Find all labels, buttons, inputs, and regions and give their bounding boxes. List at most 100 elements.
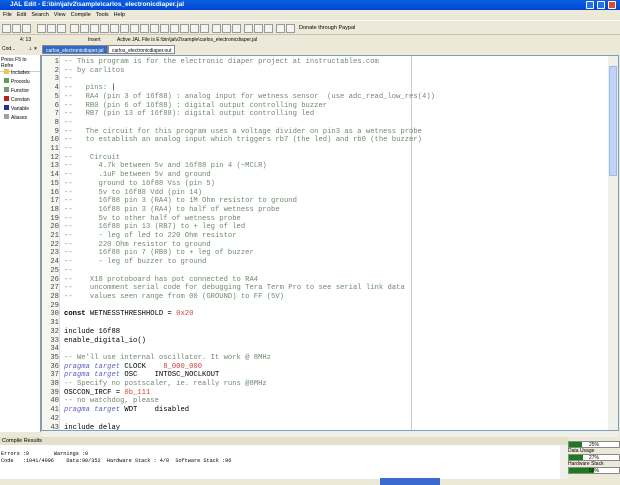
toolbar-button[interactable]	[90, 24, 99, 33]
code-line: 2 -- by carlitos	[46, 67, 435, 76]
code-line: 31	[46, 319, 435, 328]
toolbar-button[interactable]	[140, 24, 149, 33]
minimize-button[interactable]	[586, 1, 594, 9]
code-token: -- to establish an analog input which tr…	[64, 136, 422, 145]
tree-item[interactable]: Variable	[4, 105, 30, 114]
code-line: 7 -- RB7 (pin 13 of 16f88): digital outpu…	[46, 110, 435, 119]
menu-view[interactable]: View	[54, 12, 66, 18]
vertical-scrollbar[interactable]	[608, 56, 618, 430]
maximize-button[interactable]	[597, 1, 605, 9]
line-number: 12	[50, 153, 59, 162]
toolbar-button[interactable]	[264, 24, 273, 33]
code-token: -- The circuit for this program uses a v…	[64, 127, 422, 136]
code-token: -- .1uF between 5v and ground	[64, 171, 211, 180]
code-line: 16 -- 5v to 16f88 Vdd (pin 14)	[46, 189, 435, 198]
results-line: Code :1041/4096 Data:90/352 Hardware Sta…	[1, 457, 232, 464]
code-token: WETNESSTHRESHHOLD =	[85, 310, 177, 319]
line-number: 24	[50, 258, 59, 267]
tab-out[interactable]: carlos_electronicdiaper.out	[108, 45, 176, 54]
menu-tools[interactable]: Tools	[96, 12, 109, 18]
line-number: 21	[50, 232, 59, 241]
code-line: 9 -- The circuit for this program uses a …	[46, 128, 435, 137]
toolbar-button[interactable]	[170, 24, 179, 33]
code-line: 8 --	[46, 119, 435, 128]
gauge-value: 50%	[588, 468, 599, 474]
toolbar-button[interactable]	[180, 24, 189, 33]
code-line: 34	[46, 345, 435, 354]
close-panel-icon[interactable]: ×	[34, 44, 37, 54]
text-cursor: |	[111, 84, 116, 93]
toolbar-button[interactable]	[244, 24, 253, 33]
code-line: 43 include delay	[46, 424, 435, 430]
toolbar-button[interactable]	[254, 24, 263, 33]
toolbar-button[interactable]	[232, 24, 241, 33]
tree-item-label: Aliases	[11, 115, 28, 121]
tree-item[interactable]: Procedu	[4, 78, 30, 87]
tree-item[interactable]: Aliases	[4, 114, 30, 123]
compile-results-body: Errors :0 Warnings :0 Code :1041/4096 Dat…	[0, 445, 560, 479]
tab-jal[interactable]: carlos_electronicdiaper.jal	[42, 45, 108, 54]
code-token: pragma target	[64, 406, 121, 415]
toolbar-button[interactable]	[12, 24, 21, 33]
toolbar-button[interactable]	[200, 24, 209, 33]
folder-icon	[4, 114, 9, 119]
code-token: -- Specify no postscaler, ie. really run…	[64, 380, 267, 389]
code-token: 8_000_000	[163, 362, 203, 371]
code-line: 28 -- values seen range from 00 (GROUND) …	[46, 293, 435, 302]
toolbar-button[interactable]	[212, 24, 221, 33]
toolbar-button[interactable]	[57, 24, 66, 33]
line-number: 7	[54, 110, 59, 119]
line-number: 20	[50, 223, 59, 232]
code-token: -- 16f88 pin 7 (RB0) to + leg of buzzer	[64, 249, 254, 258]
code-line: 32 include 16f88	[46, 328, 435, 337]
toolbar-button[interactable]	[286, 24, 295, 33]
toolbar-button[interactable]	[190, 24, 199, 33]
menu-edit[interactable]: Edit	[17, 12, 26, 18]
toolbar-button[interactable]	[80, 24, 89, 33]
toolbar-button[interactable]	[160, 24, 169, 33]
line-number: 29	[50, 301, 59, 310]
code-line: 24 -- - leg of buzzer to ground	[46, 258, 435, 267]
compile-results-panel: Compile Results Errors :0 Warnings :0 Cod…	[0, 437, 620, 481]
scroll-thumb[interactable]	[609, 66, 617, 176]
results-scrollbar[interactable]	[560, 445, 568, 479]
folder-icon	[4, 105, 9, 110]
tab-bar: Cod... ⊥ × carlos_electronicdiaper.jal c…	[0, 44, 620, 55]
toolbar-button[interactable]	[130, 24, 139, 33]
toolbar-button[interactable]	[22, 24, 31, 33]
code-content[interactable]: 1 -- This program is for the electronic d…	[46, 58, 435, 430]
toolbar-button[interactable]	[222, 24, 231, 33]
tree-item[interactable]: Constan	[4, 96, 30, 105]
toolbar-button[interactable]	[110, 24, 119, 33]
menu-search[interactable]: Search	[31, 12, 48, 18]
tree-item[interactable]: Includes	[4, 69, 30, 78]
pin-icon[interactable]: ⊥	[28, 44, 32, 54]
line-number: 38	[50, 380, 59, 389]
line-number: 2	[54, 66, 59, 75]
close-button[interactable]	[608, 1, 616, 9]
toolbar-button[interactable]	[2, 24, 11, 33]
line-number: 34	[50, 345, 59, 354]
tree-item[interactable]: Functior	[4, 87, 30, 96]
toolbar-button[interactable]	[150, 24, 159, 33]
menu-file[interactable]: File	[3, 12, 12, 18]
menu-help[interactable]: Help	[114, 12, 125, 18]
code-editor[interactable]: 1 -- This program is for the electronic d…	[41, 55, 619, 431]
code-line: 40 -- no watchdog, please	[46, 397, 435, 406]
toolbar-button[interactable]	[37, 24, 46, 33]
code-token: -- by carlitos	[64, 66, 125, 75]
toolbar-button[interactable]	[276, 24, 285, 33]
menu-compile[interactable]: Compile	[71, 12, 91, 18]
tree-item-label: Constan	[11, 97, 30, 103]
toolbar-button[interactable]	[100, 24, 109, 33]
line-number: 41	[50, 406, 59, 415]
code-token: WDT disabled	[120, 406, 190, 415]
toolbar-button[interactable]	[120, 24, 129, 33]
tree-item-label: Functior	[11, 88, 30, 94]
toolbar-button[interactable]	[70, 24, 79, 33]
donate-button[interactable]: Donate through Paypal	[299, 25, 355, 31]
code-token: -- This program is for the electronic di…	[64, 58, 379, 66]
code-token: -- 16f88 pin 3 (RA4) to 1M Ohm resistor …	[64, 197, 297, 206]
tree-item-label: Includes	[11, 70, 30, 76]
toolbar-button[interactable]	[47, 24, 56, 33]
